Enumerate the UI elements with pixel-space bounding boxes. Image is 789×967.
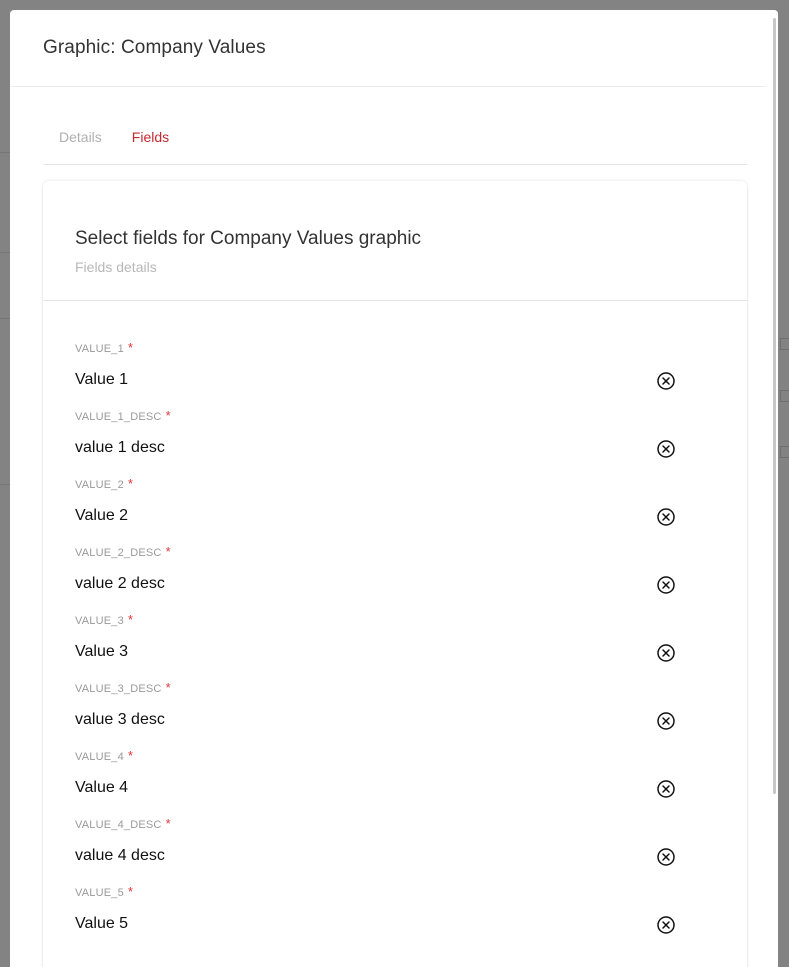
field-label: VALUE_4_DESC <box>75 819 162 831</box>
modal-title: Graphic: Company Values <box>43 37 266 58</box>
tab-fields[interactable]: Fields <box>132 129 169 145</box>
field-label: VALUE_4 <box>75 751 124 763</box>
background-divider <box>0 484 10 485</box>
required-marker: * <box>127 748 134 763</box>
field-label: VALUE_1 <box>75 343 124 355</box>
circle-x-icon[interactable] <box>656 847 676 867</box>
circle-x-icon[interactable] <box>656 371 676 391</box>
field-value-4-desc: VALUE_4_DESC * <box>75 816 715 887</box>
field-value-1: VALUE_1 * <box>75 340 715 411</box>
background-divider <box>0 252 10 253</box>
field-input[interactable] <box>75 437 635 459</box>
field-label: VALUE_3_DESC <box>75 683 162 695</box>
field-value-3: VALUE_3 * <box>75 612 715 683</box>
field-value-4: VALUE_4 * <box>75 748 715 819</box>
card-title: Select fields for Company Values graphic <box>75 228 422 249</box>
tab-details[interactable]: Details <box>59 129 102 145</box>
circle-x-icon[interactable] <box>656 779 676 799</box>
field-input[interactable] <box>75 369 635 391</box>
scrollbar-thumb[interactable] <box>773 18 776 794</box>
edit-icon <box>780 338 789 350</box>
field-value-3-desc: VALUE_3_DESC * <box>75 680 715 751</box>
background-divider <box>0 152 10 153</box>
card-header: Select fields for Company Values graphic… <box>43 181 747 301</box>
modal-scrollbar[interactable] <box>766 10 778 967</box>
field-label: VALUE_2_DESC <box>75 547 162 559</box>
required-marker: * <box>165 816 171 831</box>
circle-x-icon[interactable] <box>656 507 676 527</box>
edit-icon <box>780 446 789 458</box>
field-value-2-desc: VALUE_2_DESC * <box>75 544 715 615</box>
field-input[interactable] <box>75 505 635 527</box>
field-input[interactable] <box>75 573 635 595</box>
required-marker: * <box>127 884 134 899</box>
required-marker: * <box>165 544 171 559</box>
required-marker: * <box>127 612 134 627</box>
field-input[interactable] <box>75 641 635 663</box>
field-input[interactable] <box>75 913 635 935</box>
field-input[interactable] <box>75 777 635 799</box>
required-marker: * <box>165 680 171 695</box>
field-label: VALUE_2 <box>75 479 124 491</box>
modal-header: Graphic: Company Values <box>10 10 778 87</box>
card-subtitle: Fields details <box>75 259 157 275</box>
field-value-1-desc: VALUE_1_DESC * <box>75 408 715 479</box>
field-label: VALUE_5 <box>75 887 124 899</box>
circle-x-icon[interactable] <box>656 915 676 935</box>
graphic-modal: Graphic: Company Values Details Fields S… <box>10 10 778 967</box>
tab-bar: Details Fields <box>43 87 747 165</box>
edit-icon <box>780 390 789 402</box>
field-value-5: VALUE_5 * <box>75 884 715 955</box>
circle-x-icon[interactable] <box>656 439 676 459</box>
background-divider <box>0 318 10 319</box>
field-list: VALUE_1* VALUE_1_DESC* VALUE_2* VALUE_2_… <box>43 301 747 955</box>
field-value-2: VALUE_2 * <box>75 476 715 547</box>
field-input[interactable] <box>75 845 635 867</box>
circle-x-icon[interactable] <box>656 643 676 663</box>
field-label: VALUE_1_DESC <box>75 411 162 423</box>
field-input[interactable] <box>75 709 635 731</box>
circle-x-icon[interactable] <box>656 711 676 731</box>
fields-card: Select fields for Company Values graphic… <box>43 181 747 967</box>
field-label: VALUE_3 <box>75 615 124 627</box>
circle-x-icon[interactable] <box>656 575 676 595</box>
required-marker: * <box>127 476 134 491</box>
required-marker: * <box>165 408 171 423</box>
required-marker: * <box>127 340 134 355</box>
